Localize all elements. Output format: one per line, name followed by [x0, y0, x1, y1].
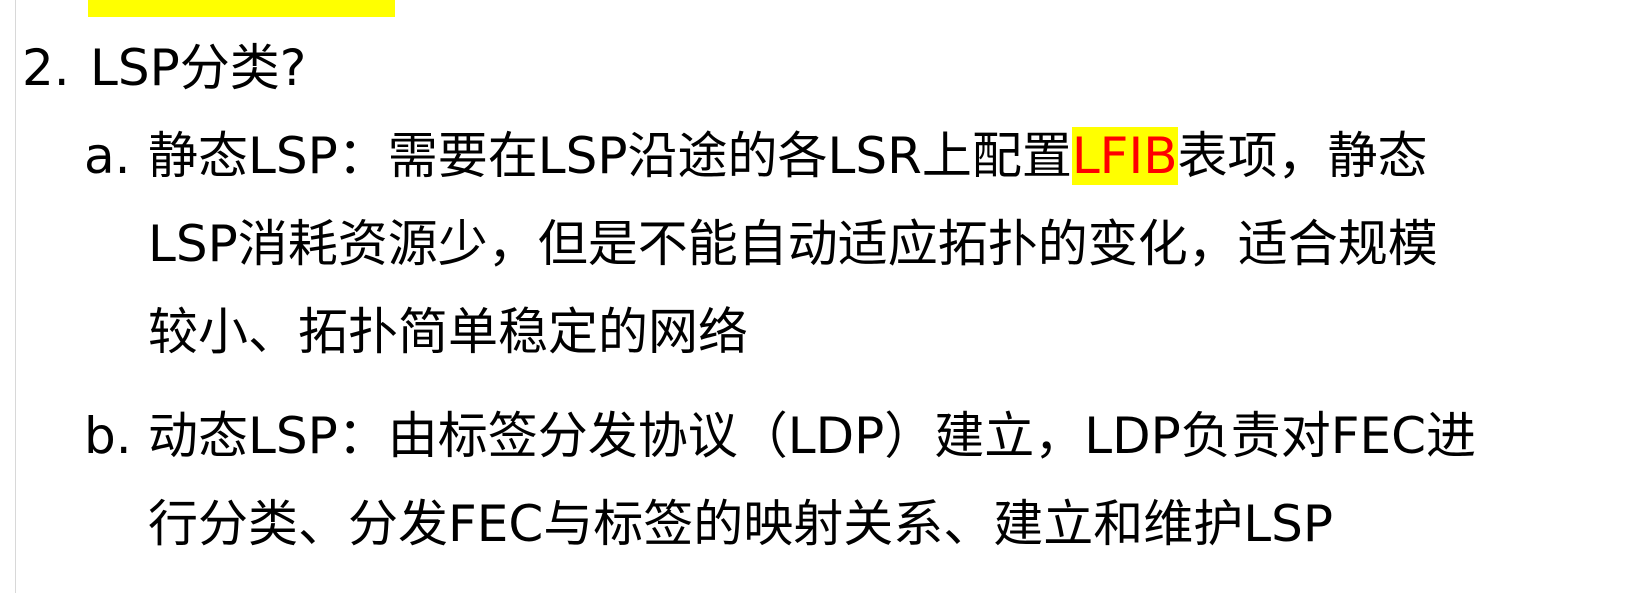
static-lsp-line-2: LSP消耗资源少，但是不能自动适应拓扑的变化，适合规模 [148, 215, 1438, 273]
heading-number: 2. [22, 39, 70, 97]
list-marker-a: a. [84, 127, 131, 185]
page-left-border [15, 0, 16, 593]
static-lsp-line-1: 静态LSP：需要在LSP沿途的各LSR上配置LFIB表项，静态 [148, 112, 1428, 200]
dynamic-lsp-line-2: 行分类、分发FEC与标签的映射关系、建立和维护LSP [148, 495, 1334, 553]
section-heading: 2. LSP分类? [22, 37, 306, 99]
static-lsp-text-after: 表项，静态 [1177, 127, 1428, 185]
list-marker-b: b. [84, 407, 132, 465]
lfib-highlight: LFIB [1071, 127, 1178, 185]
dynamic-lsp-line-1: 动态LSP：由标签分发协议（LDP）建立，LDP负责对FEC进 [148, 407, 1477, 465]
static-lsp-line-3: 较小、拓扑简单稳定的网络 [148, 303, 748, 361]
cropped-highlighted-text-top [88, 0, 395, 17]
static-lsp-text-before: 静态LSP：需要在LSP沿途的各LSR上配置 [148, 127, 1072, 185]
heading-text: LSP分类? [90, 39, 307, 97]
